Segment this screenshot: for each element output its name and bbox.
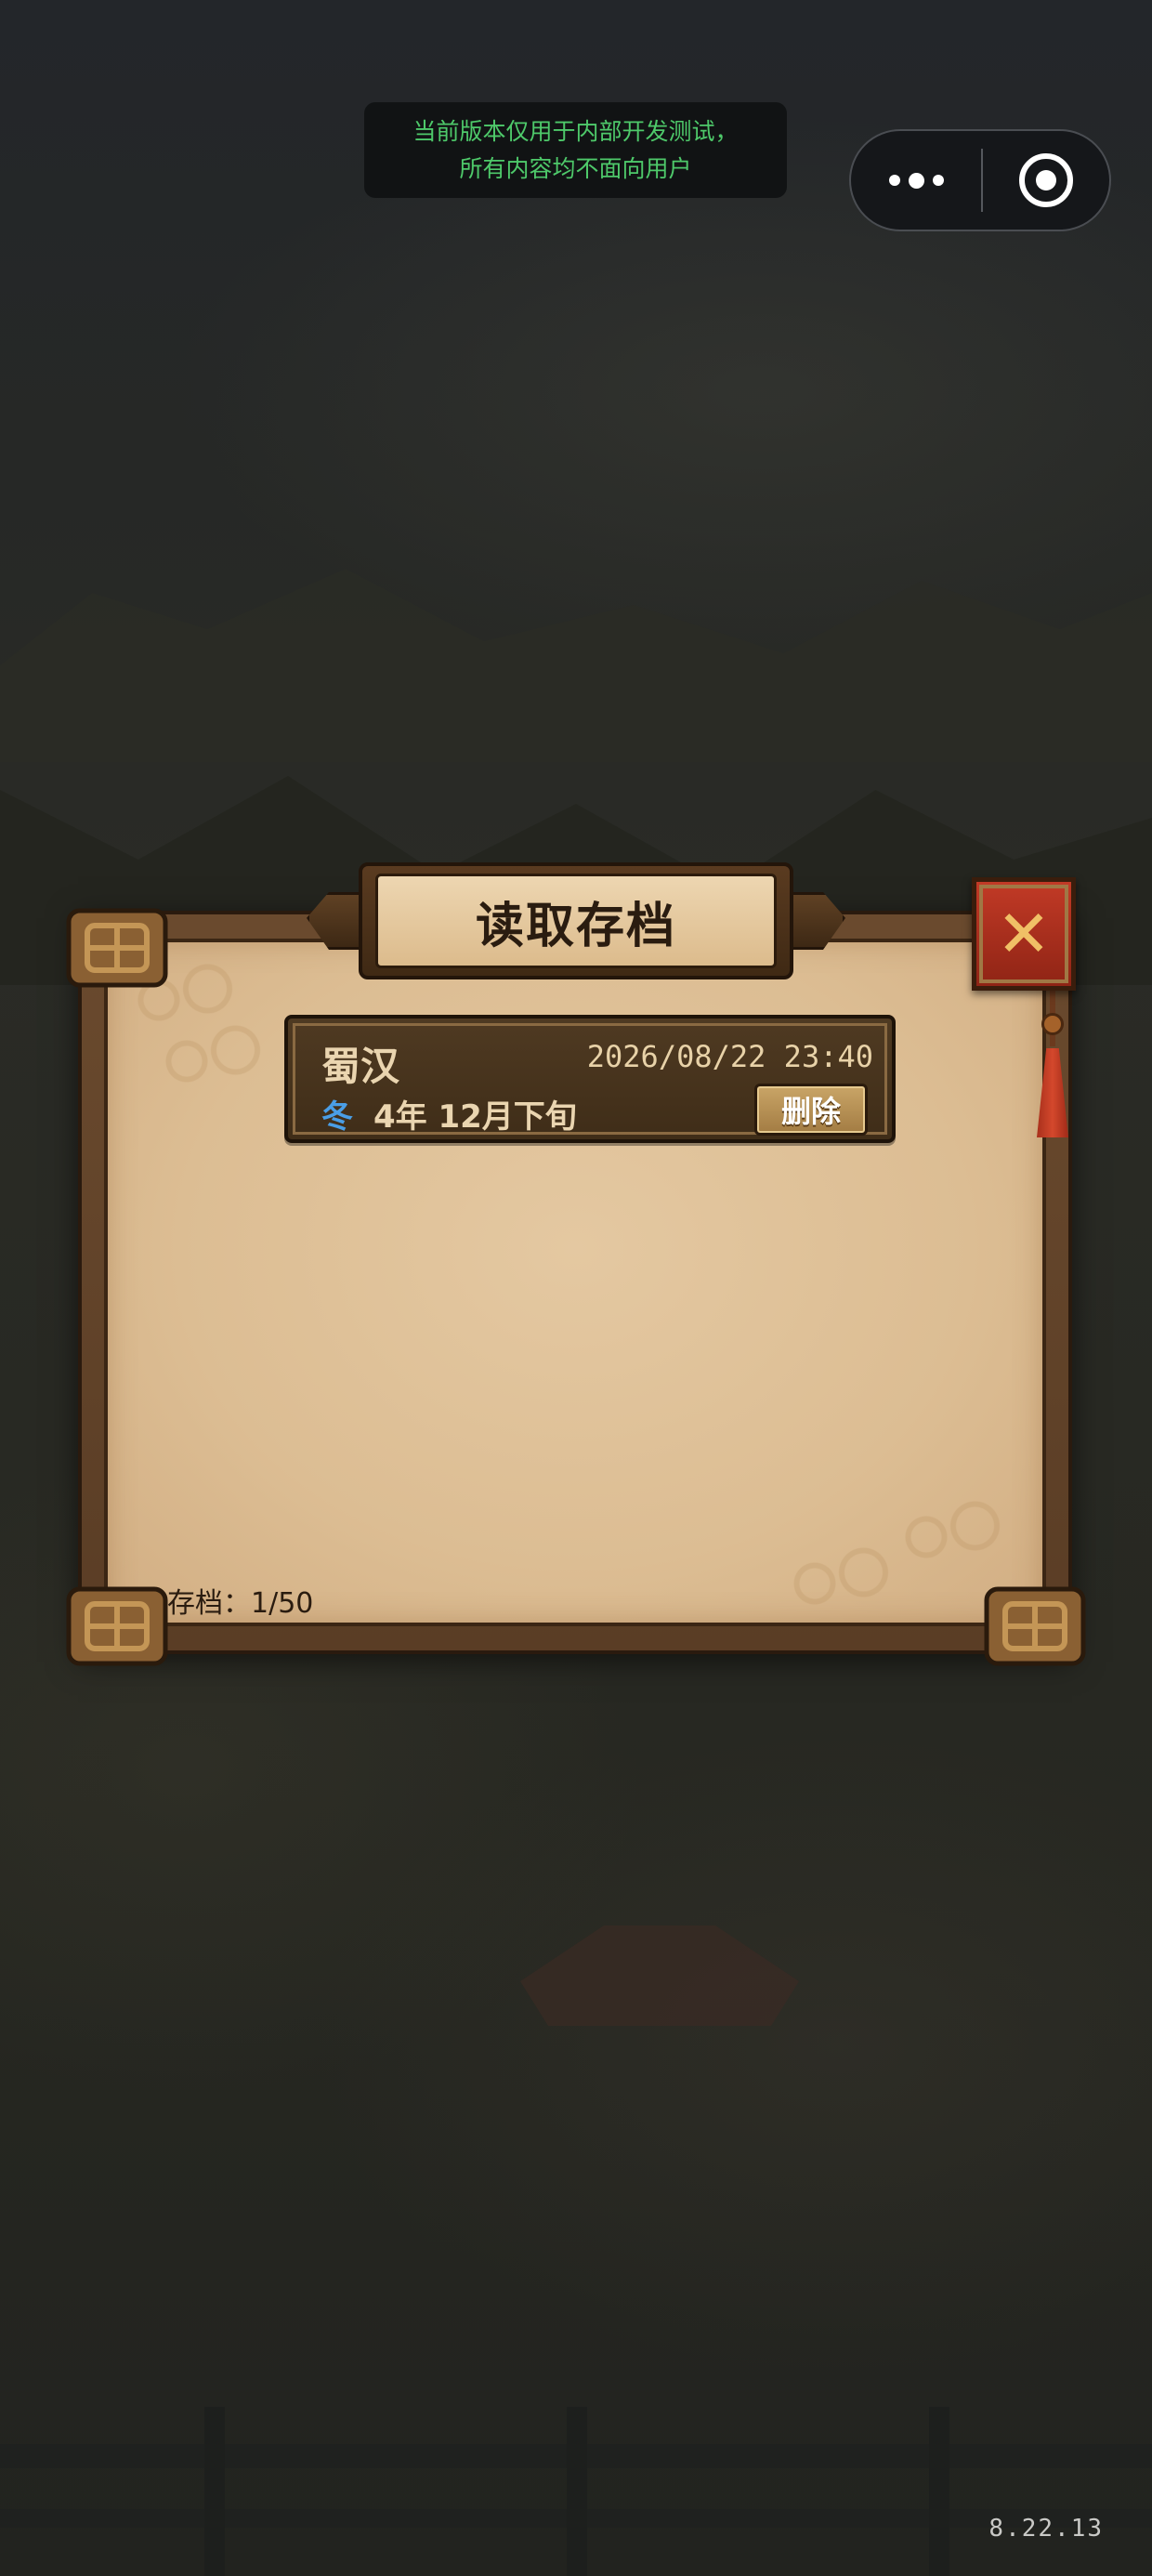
save-slot-game-time: 4年 12月下旬 [373,1098,577,1136]
dev-test-banner-line1: 当前版本仅用于内部开发测试， [412,117,739,145]
version-label: 8.22.13 [988,2515,1104,2543]
miniprogram-capsule [849,129,1111,231]
dialog-title: 读取存档 [475,898,676,954]
cloud-pattern-decoration [145,1017,284,1091]
more-dots-icon [888,175,900,186]
save-slot-name: 蜀汉 [321,1044,400,1089]
dialog-title-plaque: 读取存档 [359,862,793,979]
delete-save-button[interactable]: 删除 [754,1084,868,1136]
tassel-bead [1041,1013,1064,1035]
delete-save-button-label: 删除 [780,1094,841,1129]
cloud-pattern-decoration [773,1539,912,1613]
save-slot-datetime: 2026/08/22 23:40 [586,1039,873,1074]
dialog-close-button[interactable]: ✕ [972,877,1076,991]
knot-ornament-bottom-left [63,1580,171,1673]
knot-ornament-top-left [63,901,171,994]
background-railing-post [204,2407,225,2576]
more-dots-icon-center [908,172,924,189]
knot-ornament-bottom-right [981,1580,1089,1673]
background-railing-post [929,2407,949,2576]
exit-miniprogram-button[interactable] [983,131,1109,230]
target-circle-icon [1019,153,1073,207]
dev-test-banner: 当前版本仅用于内部开发测试， 所有内容均不面向用户 [364,102,787,198]
background-railing-post [567,2407,587,2576]
more-menu-button[interactable] [851,131,981,230]
dev-test-banner-line2: 所有内容均不面向用户 [459,154,692,182]
more-dots-icon-right [932,175,944,186]
save-count-label: 存档：1/50 [167,1587,314,1620]
save-slot-season-icon: 冬 [321,1098,353,1136]
close-x-icon: ✕ [996,896,1052,972]
save-slot[interactable]: 蜀汉 2026/08/22 23:40 冬 4年 12月下旬 删除 [284,1015,896,1143]
